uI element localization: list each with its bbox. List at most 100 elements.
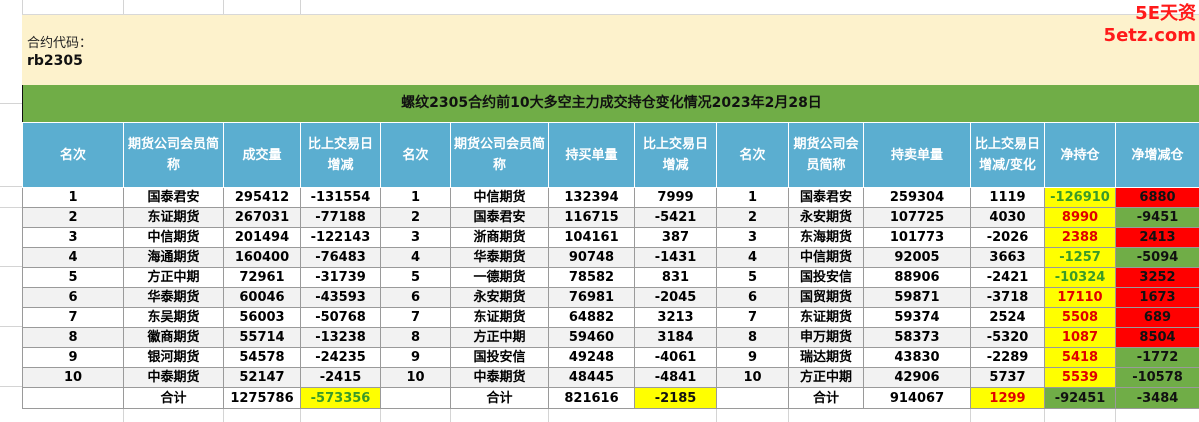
table-cell: 7: [716, 307, 789, 328]
table-cell: 4030: [970, 207, 1045, 228]
total-cell: 821616: [548, 387, 635, 409]
table-cell: 7999: [634, 187, 717, 208]
table-cell: -126910: [1044, 187, 1116, 208]
table-cell: 1087: [1044, 327, 1116, 348]
contract-code-value: rb2305: [27, 53, 83, 69]
table-cell: 中泰期货: [450, 367, 549, 388]
table-cell: 国泰君安: [123, 187, 224, 208]
table-cell: 116715: [548, 207, 635, 228]
table-cell: 831: [634, 267, 717, 288]
table-cell: 259304: [863, 187, 971, 208]
header-cell: 期货公司会员简称: [123, 122, 224, 188]
table-cell: 东吴期货: [123, 307, 224, 328]
table-cell: 72961: [223, 267, 301, 288]
table-cell: 永安期货: [788, 207, 864, 228]
header-cell: 名次: [22, 122, 124, 188]
table-cell: 方正中期: [450, 327, 549, 348]
table-cell: 8: [716, 327, 789, 348]
table-cell: 64882: [548, 307, 635, 328]
table-cell: 295412: [223, 187, 301, 208]
table-cell: 2: [22, 207, 124, 228]
table-cell: 88906: [863, 267, 971, 288]
table-cell: 8: [380, 327, 451, 348]
table-cell: 9: [380, 347, 451, 368]
table-cell: 90748: [548, 247, 635, 268]
total-cell: 1275786: [223, 387, 301, 409]
table-cell: 8504: [1115, 327, 1199, 348]
table-cell: 东证期货: [788, 307, 864, 328]
table-row: 1 国泰君安 295412 -131554 1 中信期货 132394 7999 1 国泰君安 25…: [22, 187, 1199, 208]
table-cell: -4841: [634, 367, 717, 388]
table-cell: -10324: [1044, 267, 1116, 288]
table-row: 9 银河期货 54578 -24235 9 国投安信 49248 -4061 9 瑞达期货 4383…: [22, 347, 1199, 368]
table-cell: 国投安信: [788, 267, 864, 288]
table-cell: 132394: [548, 187, 635, 208]
table-row: 4 海通期货 160400 -76483 4 华泰期货 90748 -1431 4 中信期货 920…: [22, 247, 1199, 268]
table-cell: -3718: [970, 287, 1045, 308]
table-cell: 160400: [223, 247, 301, 268]
header-cell: 成交量: [223, 122, 301, 188]
table-cell: 国泰君安: [788, 187, 864, 208]
total-row: 合计 1275786 -573356 合计 821616 -2185 合计 914067 129…: [22, 387, 1199, 409]
table-cell: 1: [716, 187, 789, 208]
table-cell: 6: [380, 287, 451, 308]
header-cell: 持卖单量: [863, 122, 971, 188]
table-cell: -31739: [300, 267, 381, 288]
table-cell: -1772: [1115, 347, 1199, 368]
table-cell: 6: [22, 287, 124, 308]
table-cell: 1: [380, 187, 451, 208]
table-cell: 2: [716, 207, 789, 228]
table-cell: 4: [380, 247, 451, 268]
table-cell: 2524: [970, 307, 1045, 328]
table-cell: 1673: [1115, 287, 1199, 308]
total-cell: [716, 387, 789, 409]
total-cell: 914067: [863, 387, 971, 409]
table-cell: 2: [380, 207, 451, 228]
table-cell: 9: [716, 347, 789, 368]
table-cell: 2413: [1115, 227, 1199, 248]
table-cell: -5320: [970, 327, 1045, 348]
table-cell: -13238: [300, 327, 381, 348]
table-cell: 3: [380, 227, 451, 248]
table-row: 3 中信期货 201494 -122143 3 浙商期货 104161 387 3 东海期货 101…: [22, 227, 1199, 248]
table-cell: 1119: [970, 187, 1045, 208]
table-cell: 5508: [1044, 307, 1116, 328]
table-cell: 3252: [1115, 267, 1199, 288]
table-cell: 5: [716, 267, 789, 288]
table-cell: -2421: [970, 267, 1045, 288]
table-cell: -24235: [300, 347, 381, 368]
table-cell: 201494: [223, 227, 301, 248]
table-cell: 1: [22, 187, 124, 208]
table-cell: 58373: [863, 327, 971, 348]
table-cell: 9: [22, 347, 124, 368]
table-row: 7 东吴期货 56003 -50768 7 东证期货 64882 3213 7 东证期货 59374…: [22, 307, 1199, 328]
table-cell: -2026: [970, 227, 1045, 248]
table-cell: 8: [22, 327, 124, 348]
table-cell: -5421: [634, 207, 717, 228]
table-cell: -76483: [300, 247, 381, 268]
table-cell: 方正中期: [123, 267, 224, 288]
total-cell: [22, 387, 124, 409]
table-row: 10 中泰期货 52147 -2415 10 中泰期货 48445 -4841 10 方正中期 42…: [22, 367, 1199, 388]
table-cell: 东海期货: [788, 227, 864, 248]
table-cell: 76981: [548, 287, 635, 308]
table-cell: 浙商期货: [450, 227, 549, 248]
table-cell: -50768: [300, 307, 381, 328]
table-cell: 107725: [863, 207, 971, 228]
table-cell: 3213: [634, 307, 717, 328]
table-cell: -43593: [300, 287, 381, 308]
table-cell: -2289: [970, 347, 1045, 368]
table-row: 2 东证期货 267031 -77188 2 国泰君安 116715 -5421 2 永安期货 10…: [22, 207, 1199, 228]
table-cell: 59460: [548, 327, 635, 348]
header-cell: 期货公司会员简称: [450, 122, 549, 188]
positions-table: 名次 期货公司会员简称 成交量 比上交易日增减 名次 期货公司会员简称 持买单量…: [22, 122, 1199, 409]
table-cell: 中信期货: [123, 227, 224, 248]
table-cell: 387: [634, 227, 717, 248]
table-cell: 2388: [1044, 227, 1116, 248]
table-cell: 国贸期货: [788, 287, 864, 308]
table-cell: 267031: [223, 207, 301, 228]
table-cell: 中泰期货: [123, 367, 224, 388]
table-cell: 中信期货: [450, 187, 549, 208]
header-cell: 比上交易日增减: [300, 122, 381, 188]
table-row: 8 徽商期货 55714 -13238 8 方正中期 59460 3184 8 申万期货 58373…: [22, 327, 1199, 348]
